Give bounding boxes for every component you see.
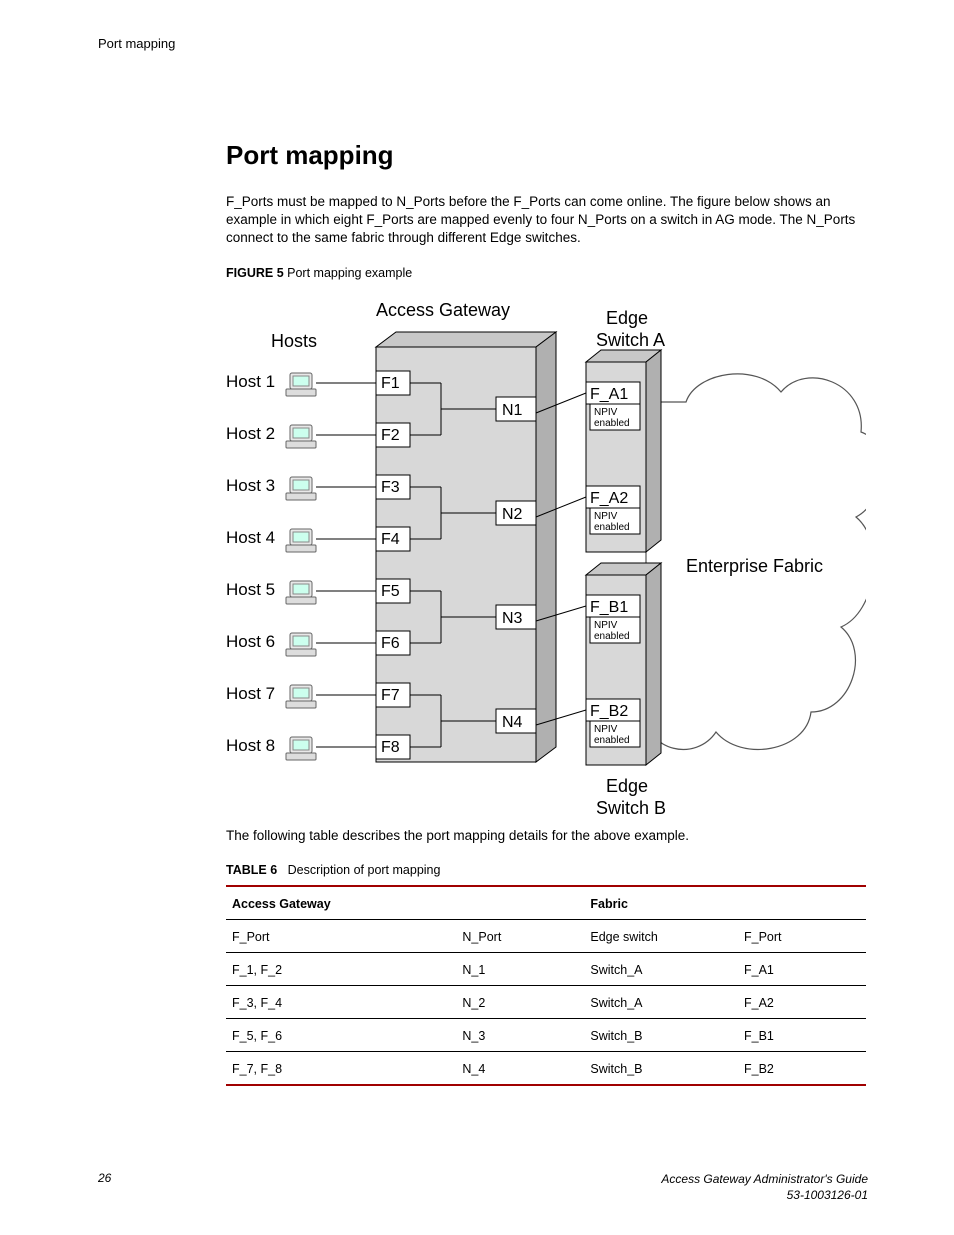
computer-icon [286,581,316,604]
group-header-fabric: Fabric [584,886,866,920]
table-label: TABLE 6 [226,863,277,877]
host-label: Host 8 [226,736,275,755]
npiv-label: NPIV [594,407,618,418]
table-row: F_3, F_4 N_2 Switch_A F_A2 [226,985,866,1018]
main-content: Port mapping F_Ports must be mapped to N… [226,140,866,1086]
page-number: 26 [98,1171,111,1185]
npiv-label: NPIV [594,724,618,735]
intro-paragraph: F_Ports must be mapped to N_Ports before… [226,193,866,248]
col-nport: N_Port [456,919,584,952]
host-label: Host 1 [226,372,275,391]
edge-switch-b-label-1: Edge [606,776,648,796]
edge-port-label: F_B2 [590,703,628,720]
col-fport2: F_Port [738,919,866,952]
port-mapping-table: Access Gateway Fabric F_Port N_Port Edge… [226,885,866,1086]
f-port-label: F5 [381,583,400,600]
n-port-label: N1 [502,402,523,419]
table-caption-text: Description of port mapping [288,863,441,877]
figure-caption-text: Port mapping example [287,266,412,280]
f-port-label: F3 [381,479,400,496]
breadcrumb: Port mapping [98,36,175,51]
f-port-label: F2 [381,427,400,444]
page-footer: 26 Access Gateway Administrator's Guide … [98,1171,868,1203]
edge-switch-a-label-2: Switch A [596,330,665,350]
port-mapping-diagram: Hosts Access Gateway Edge Switch A Edge … [226,292,866,817]
host-label: Host 4 [226,528,275,547]
col-fport: F_Port [226,919,456,952]
edge-port-label: F_B1 [590,599,628,616]
computer-icon [286,685,316,708]
figure-caption: FIGURE 5 Port mapping example [226,266,866,280]
computer-icon [286,373,316,396]
host-label: Host 7 [226,684,275,703]
access-gateway-label: Access Gateway [376,300,510,320]
n-port-label: N4 [502,714,523,731]
n-port-label: N3 [502,610,523,627]
npiv-enabled: enabled [594,418,630,429]
computer-icon [286,477,316,500]
table-row: F_5, F_6 N_3 Switch_B F_B1 [226,1018,866,1051]
computer-icon [286,529,316,552]
after-figure-text: The following table describes the port m… [226,827,866,845]
section-heading: Port mapping [226,140,866,171]
edge-switch-a-label-1: Edge [606,308,648,328]
f-port-label: F6 [381,635,400,652]
npiv-label: NPIV [594,511,618,522]
f-port-label: F1 [381,375,400,392]
figure-label: FIGURE 5 [226,266,284,280]
npiv-enabled: enabled [594,522,630,533]
npiv-enabled: enabled [594,735,630,746]
doc-number: 53-1003126-01 [787,1188,868,1202]
n-port-label: N2 [502,506,523,523]
group-header-ag: Access Gateway [226,886,584,920]
host-label: Host 3 [226,476,275,495]
enterprise-fabric-label: Enterprise Fabric [686,556,823,576]
computer-icon [286,425,316,448]
f-port-label: F8 [381,739,400,756]
edge-port-label: F_A2 [590,490,628,507]
hosts-label: Hosts [271,331,317,351]
edge-port-label: F_A1 [590,386,628,403]
table-row: F_1, F_2 N_1 Switch_A F_A1 [226,952,866,985]
f-port-label: F7 [381,687,400,704]
host-label: Host 5 [226,580,275,599]
doc-title: Access Gateway Administrator's Guide [661,1172,868,1186]
npiv-label: NPIV [594,620,618,631]
edge-switch-b-label-2: Switch B [596,798,666,817]
npiv-enabled: enabled [594,631,630,642]
host-label: Host 2 [226,424,275,443]
computer-icon [286,633,316,656]
f-port-label: F4 [381,531,400,548]
table-row: F_7, F_8 N_4 Switch_B F_B2 [226,1051,866,1085]
table-caption: TABLE 6 Description of port mapping [226,863,866,877]
col-edge: Edge switch [584,919,738,952]
host-label: Host 6 [226,632,275,651]
computer-icon [286,737,316,760]
